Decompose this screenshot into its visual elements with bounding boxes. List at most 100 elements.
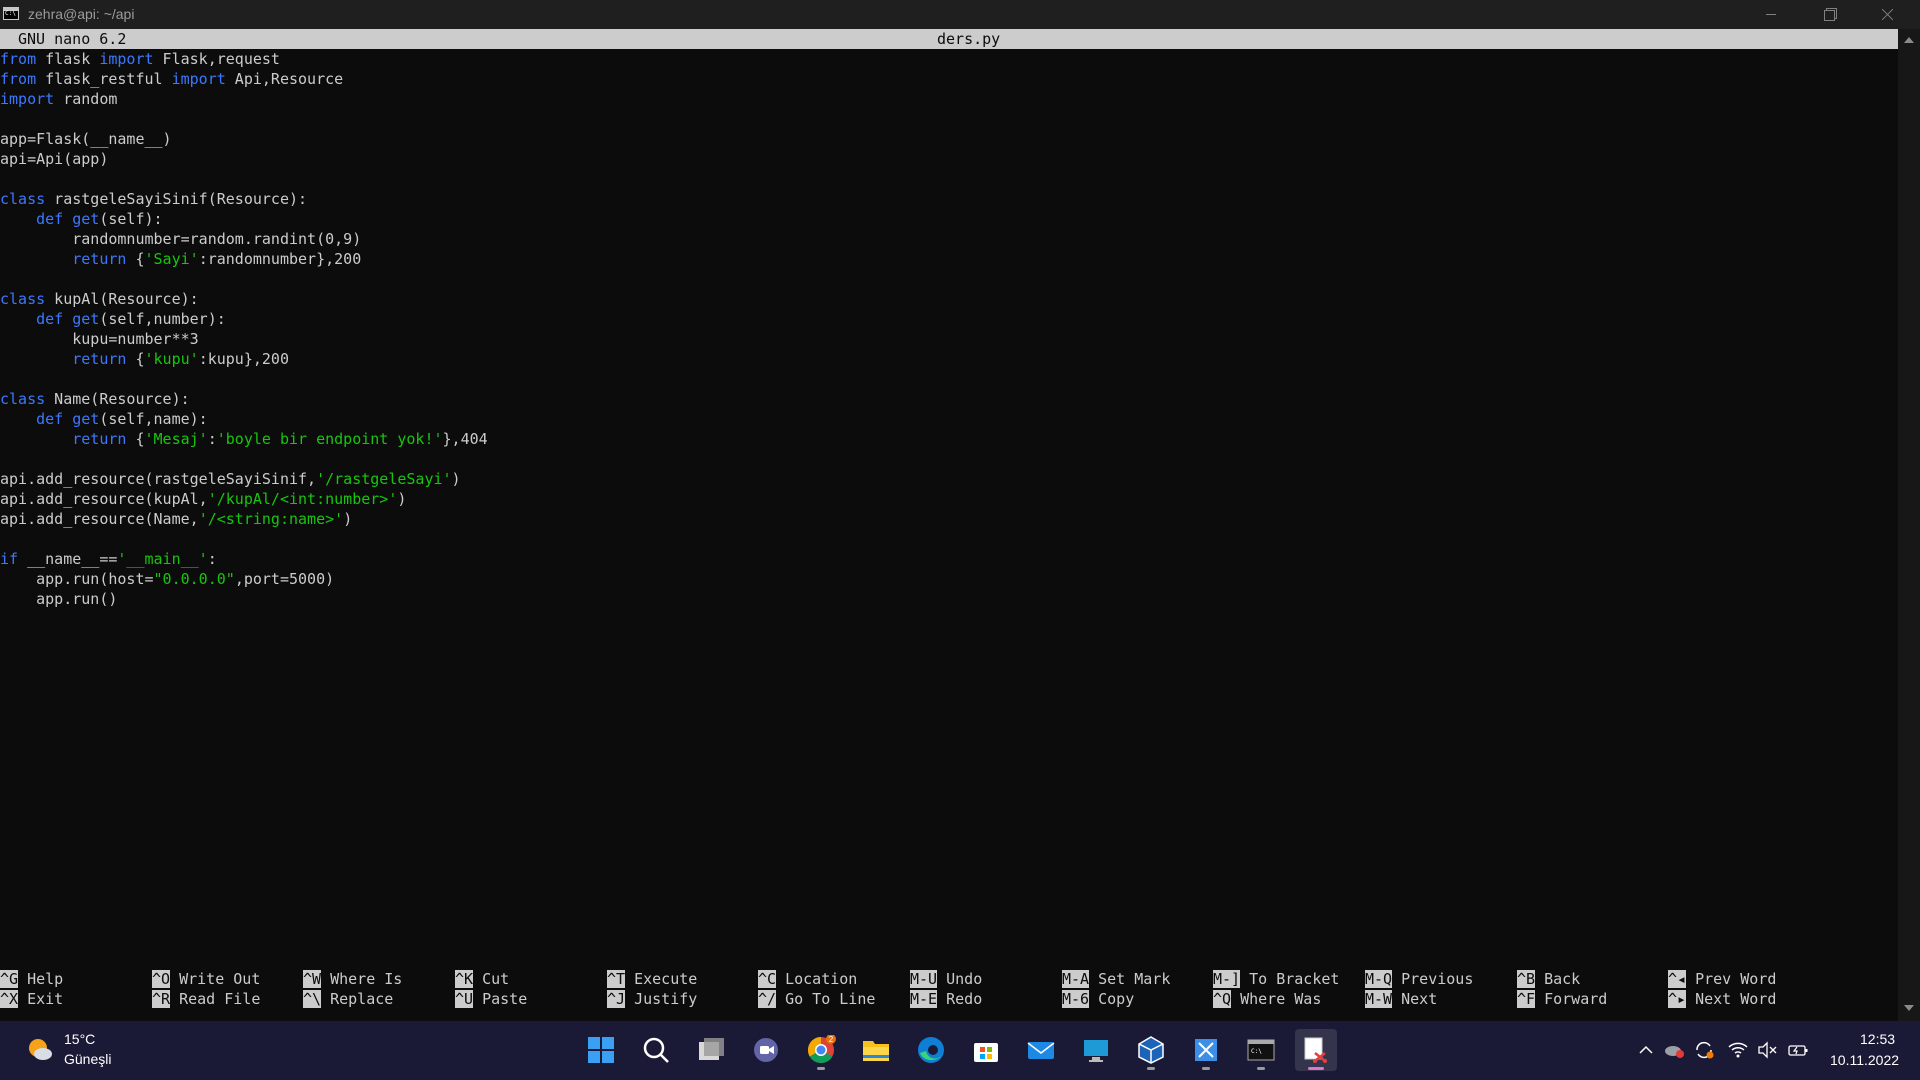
code-line: return {'Mesaj':'boyle bir endpoint yok!… <box>0 429 1898 449</box>
vertical-scrollbar[interactable] <box>1898 29 1920 1021</box>
keyword-token: return <box>72 250 127 268</box>
code-token: random <box>54 90 118 108</box>
shortcut-label: Go To Line <box>785 990 876 1008</box>
keyword-token: def <box>36 310 64 328</box>
close-button[interactable] <box>1858 0 1916 29</box>
shortcut-label: Copy <box>1098 990 1135 1008</box>
shortcut-key: ^◂ <box>1668 970 1687 988</box>
window-title: zehra@api: ~/api <box>28 6 135 22</box>
battery-icon[interactable] <box>1787 1039 1809 1061</box>
nano-header-bar: GNU nano 6.2 ders.py <box>0 29 1898 49</box>
onedrive-icon[interactable] <box>1663 1039 1685 1061</box>
weather-description[interactable]: Güneşli <box>64 1051 111 1067</box>
mail-icon[interactable] <box>1020 1029 1062 1071</box>
file-name: ders.py <box>937 30 1001 48</box>
code-token: app=Flask(__name__) <box>0 130 172 148</box>
shortcut-key: M-W <box>1365 990 1393 1008</box>
shortcut-label: To Bracket <box>1249 970 1340 988</box>
scroll-down-icon[interactable] <box>1898 29 1920 1011</box>
shortcut-key: ^B <box>1517 970 1536 988</box>
weather-temperature[interactable]: 15°C <box>64 1031 95 1047</box>
file-explorer-icon[interactable] <box>855 1029 897 1071</box>
window-title-bar: zehra@api: ~/api <box>0 0 1920 29</box>
snipping-tool-icon[interactable] <box>1185 1029 1227 1071</box>
code-token: app.run() <box>0 590 118 608</box>
shortcut-label: Redo <box>946 990 983 1008</box>
edge-icon[interactable] <box>910 1029 952 1071</box>
weather-sun-icon[interactable] <box>26 1036 52 1060</box>
shortcut-label: Where Is <box>330 970 403 988</box>
keyword-token: import <box>99 50 154 68</box>
code-line: api.add_resource(kupAl,'/kupAl/<int:numb… <box>0 489 1898 509</box>
microsoft-store-icon[interactable] <box>965 1029 1007 1071</box>
code-line: def get(self,number): <box>0 309 1898 329</box>
shortcut-label: Replace <box>330 990 394 1008</box>
shortcut-key: ^\ <box>303 990 322 1008</box>
minimize-button[interactable] <box>1742 0 1800 29</box>
code-token: ) <box>343 510 353 528</box>
virtualbox-icon[interactable] <box>1130 1029 1172 1071</box>
code-editor[interactable]: from flask import Flask,request from flas… <box>0 49 1898 609</box>
shortcut-key: M-U <box>910 970 938 988</box>
code-token: Flask,request <box>153 50 280 68</box>
shortcut-forward: ^F Forward <box>1517 989 1607 1009</box>
shortcut-go-to-line: ^/ Go To Line <box>758 989 875 1009</box>
chrome-badge: 2 <box>829 1035 834 1044</box>
code-token: ,port=5000) <box>234 570 335 588</box>
task-view-icon[interactable] <box>690 1029 732 1071</box>
clock-date[interactable]: 10.11.2022 <box>1830 1052 1899 1068</box>
sync-icon[interactable] <box>1693 1039 1715 1061</box>
keyword-token: class <box>0 290 46 308</box>
chevron-up-icon[interactable] <box>1635 1039 1657 1061</box>
shortcut-label: Write Out <box>179 970 261 988</box>
restore-button[interactable] <box>1800 0 1858 29</box>
nano-version: GNU nano 6.2 <box>18 30 127 48</box>
keyword-token: import <box>0 90 55 108</box>
code-token: api.add_resource(Name, <box>0 510 199 528</box>
shortcut-previous: M-Q Previous <box>1365 969 1473 989</box>
code-token: ) <box>397 490 407 508</box>
shortcut-key: ^▸ <box>1668 990 1687 1008</box>
string-token: 'Sayi' <box>144 250 199 268</box>
clock-time[interactable]: 12:53 <box>1860 1031 1895 1047</box>
code-line: def get(self): <box>0 209 1898 229</box>
code-line: api.add_resource(rastgeleSayiSinif,'/ras… <box>0 469 1898 489</box>
code-token: randomnumber=random.randint(0,9) <box>0 230 362 248</box>
code-line: if __name__=='__main__': <box>0 549 1898 569</box>
shortcut-label: Next Word <box>1695 990 1777 1008</box>
keyword-token: class <box>0 190 46 208</box>
speaker-muted-icon[interactable] <box>1756 1039 1778 1061</box>
shortcut-key: ^F <box>1517 990 1536 1008</box>
wifi-icon[interactable] <box>1727 1039 1749 1061</box>
keyword-token: from <box>0 50 37 68</box>
terminal-active-icon[interactable] <box>1295 1029 1337 1071</box>
keyword-token: import <box>171 70 226 88</box>
code-line: from flask_restful import Api,Resource <box>0 69 1898 89</box>
search-icon[interactable] <box>635 1029 677 1071</box>
remote-desktop-icon[interactable] <box>1075 1029 1117 1071</box>
code-token: { <box>126 430 145 448</box>
chrome-icon[interactable]: 2 <box>800 1029 842 1071</box>
shortcut-redo: M-E Redo <box>910 989 982 1009</box>
code-token: flask_restful <box>36 70 172 88</box>
shortcut-label: Justify <box>634 990 698 1008</box>
shortcut-help: ^G Help <box>0 969 63 989</box>
shortcut-where-was: ^Q Where Was <box>1213 989 1321 1009</box>
code-line: app.run(host="0.0.0.0",port=5000) <box>0 569 1898 589</box>
running-indicator <box>1202 1067 1210 1070</box>
keyword-token: from <box>0 70 37 88</box>
teams-chat-icon[interactable] <box>745 1029 787 1071</box>
shortcut-next-word: ^▸ Next Word <box>1668 989 1776 1009</box>
shortcut-key: ^J <box>607 990 626 1008</box>
terminal-icon[interactable]: C:\ <box>1240 1029 1282 1071</box>
keyword-token: def <box>36 410 64 428</box>
shortcut-label: Execute <box>634 970 698 988</box>
shortcut-label: Undo <box>946 970 983 988</box>
code-line: app.run() <box>0 589 1898 609</box>
windows-start-icon[interactable] <box>580 1029 622 1071</box>
